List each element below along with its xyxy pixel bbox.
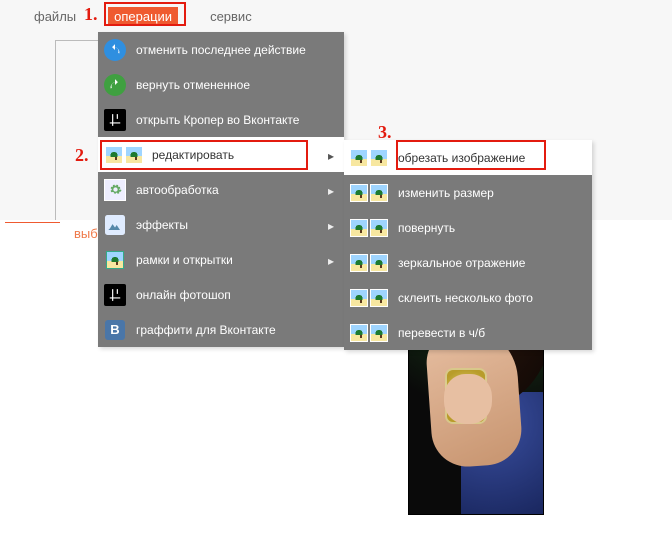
menu-item-open-cropper[interactable]: открыть Кропер во Вконтакте bbox=[98, 102, 344, 137]
submenu-item-crop[interactable]: обрезать изображение bbox=[344, 140, 592, 175]
submenu-arrow-icon: ▸ bbox=[328, 149, 334, 163]
thumb-icon bbox=[350, 254, 390, 272]
menu-item-label: эффекты bbox=[136, 218, 188, 232]
menu-item-label: онлайн фотошоп bbox=[136, 288, 231, 302]
redo-icon bbox=[104, 74, 126, 96]
menu-item-label: граффити для Вконтакте bbox=[136, 323, 276, 337]
menu-operations-dropdown: отменить последнее действие вернуть отме… bbox=[98, 32, 344, 347]
menu-edit-submenu: обрезать изображение изменить размер пов… bbox=[344, 140, 592, 350]
menu-item-label: склеить несколько фото bbox=[398, 291, 533, 305]
thumb-icon bbox=[350, 324, 390, 342]
undo-icon bbox=[104, 39, 126, 61]
menu-item-redo[interactable]: вернуть отмененное bbox=[98, 67, 344, 102]
menu-item-graffiti[interactable]: B граффити для Вконтакте bbox=[98, 312, 344, 347]
menu-item-label: рамки и открытки bbox=[136, 253, 233, 267]
thumb-icon bbox=[350, 184, 390, 202]
menu-item-label: автообработка bbox=[136, 183, 219, 197]
annotation-step-2: 2. bbox=[75, 145, 89, 166]
crop-icon bbox=[104, 109, 126, 131]
menu-item-label: открыть Кропер во Вконтакте bbox=[136, 113, 299, 127]
submenu-item-mirror[interactable]: зеркальное отражение bbox=[344, 245, 592, 280]
submenu-arrow-icon: ▸ bbox=[328, 219, 334, 233]
thumb-icon bbox=[350, 219, 390, 237]
submenu-item-merge[interactable]: склеить несколько фото bbox=[344, 280, 592, 315]
annotation-step-3: 3. bbox=[378, 122, 392, 143]
submenu-item-grayscale[interactable]: перевести в ч/б bbox=[344, 315, 592, 350]
menu-item-edit[interactable]: редактировать ▸ bbox=[98, 137, 344, 172]
edit-thumb-icon bbox=[104, 144, 144, 166]
vk-icon: B bbox=[104, 319, 126, 341]
menu-item-label: зеркальное отражение bbox=[398, 256, 525, 270]
submenu-arrow-icon: ▸ bbox=[328, 254, 334, 268]
thumb-icon bbox=[350, 149, 390, 167]
menu-item-label: вернуть отмененное bbox=[136, 78, 250, 92]
menu-bar: файлы операции сервис bbox=[28, 7, 258, 26]
menu-item-label: изменить размер bbox=[398, 186, 494, 200]
annotation-step-1: 1. bbox=[84, 4, 98, 25]
menu-item-label: перевести в ч/б bbox=[398, 326, 485, 340]
submenu-arrow-icon: ▸ bbox=[328, 184, 334, 198]
menu-item-label: повернуть bbox=[398, 221, 455, 235]
frames-icon bbox=[104, 249, 126, 271]
crop-icon bbox=[104, 284, 126, 306]
menu-item-frames[interactable]: рамки и открытки ▸ bbox=[98, 242, 344, 277]
menu-operations[interactable]: операции bbox=[108, 7, 178, 26]
effects-icon bbox=[104, 214, 126, 236]
menu-item-effects[interactable]: эффекты ▸ bbox=[98, 207, 344, 242]
menu-item-photoshop[interactable]: онлайн фотошоп bbox=[98, 277, 344, 312]
menu-item-label: редактировать bbox=[152, 148, 234, 162]
submenu-item-resize[interactable]: изменить размер bbox=[344, 175, 592, 210]
menu-service[interactable]: сервис bbox=[204, 7, 258, 26]
gear-icon bbox=[104, 179, 126, 201]
thumb-icon bbox=[350, 289, 390, 307]
select-source-text: выб bbox=[74, 226, 98, 241]
menu-item-undo[interactable]: отменить последнее действие bbox=[98, 32, 344, 67]
menu-item-label: отменить последнее действие bbox=[136, 43, 306, 57]
menu-item-auto[interactable]: автообработка ▸ bbox=[98, 172, 344, 207]
submenu-item-rotate[interactable]: повернуть bbox=[344, 210, 592, 245]
menu-files[interactable]: файлы bbox=[28, 7, 82, 26]
menu-item-label: обрезать изображение bbox=[398, 151, 525, 165]
